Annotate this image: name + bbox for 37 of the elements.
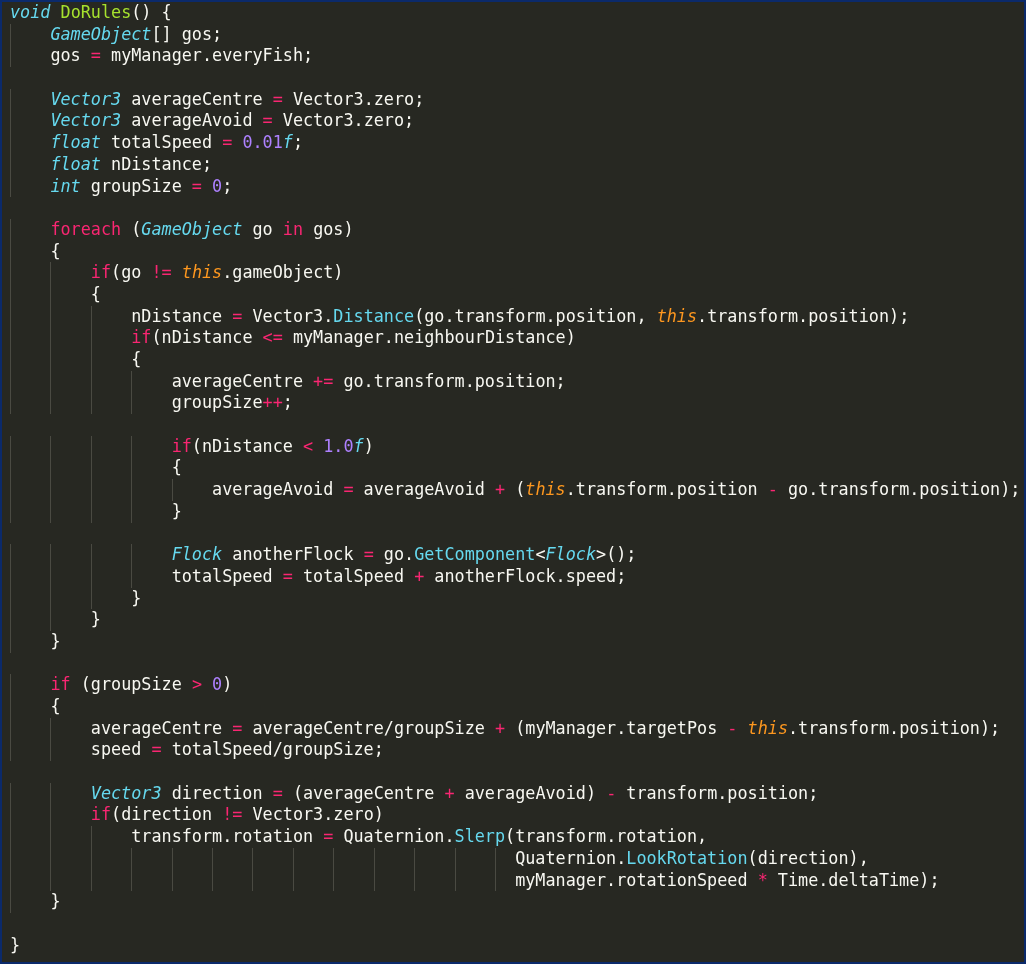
code-line: foreach (GameObject go in gos) [50,218,354,241]
code-line: if(nDistance < 1.0f) [171,435,374,458]
code-line: } [50,630,61,653]
code-line: Vector3 averageAvoid = Vector3.zero; [50,110,415,133]
code-line: } [50,891,61,913]
code-line: if(nDistance <= myManager.neighbourDistance) [131,327,576,349]
code-line: float totalSpeed = 0.01f; [50,132,304,154]
code-line: if(direction != Vector3.zero) [90,804,384,827]
code-line: GameObject[] gos; [50,23,223,46]
code-line: speed = totalSpeed/groupSize; [90,739,384,762]
code-line: if(go != this.gameObject) [90,262,344,284]
code-line: { [50,696,61,718]
code-line: groupSize++; [171,392,293,415]
code-line: averageCentre += go.transform.position; [171,370,566,393]
code-line: Vector3 averageCentre = Vector3.zero; [50,88,425,111]
code-line: } [131,587,142,610]
code-line: int groupSize = 0; [50,175,233,198]
code-line: Vector3 direction = (averageCentre + averageAvoid) - transform.position; [90,782,819,805]
code-line: { [90,283,101,306]
code-line: } [90,609,101,631]
code-line: float nDistance; [50,153,213,176]
code-line: averageAvoid = averageAvoid + (this.transform.position - go.transform.position); [212,479,1021,501]
code-line: Quaternion.LookRotation(direction), [515,847,869,870]
code-line: averageCentre = averageCentre/groupSize + (myManager.targetPos - this.transform.position); [90,717,1001,740]
code-line: void DoRules() { [10,2,172,24]
code-line: if (groupSize > 0) [50,674,233,696]
code-line: } [171,500,182,523]
code-line: Flock anotherFlock = go.GetComponent<Flock>(); [171,544,637,566]
code-line: nDistance = Vector3.Distance(go.transform.position, this.transform.position); [131,305,910,328]
code-line: transform.rotation = Quaternion.Slerp(transform.rotation, [131,826,708,848]
code-line: } [10,934,21,957]
code-line: { [50,240,61,263]
code-line: myManager.rotationSpeed * Time.deltaTime); [515,869,940,892]
code-line: { [171,457,182,480]
code-line: gos = myManager.everyFish; [50,45,314,68]
code-line: totalSpeed = totalSpeed + anotherFlock.speed; [171,565,627,588]
code-line: { [131,349,142,371]
